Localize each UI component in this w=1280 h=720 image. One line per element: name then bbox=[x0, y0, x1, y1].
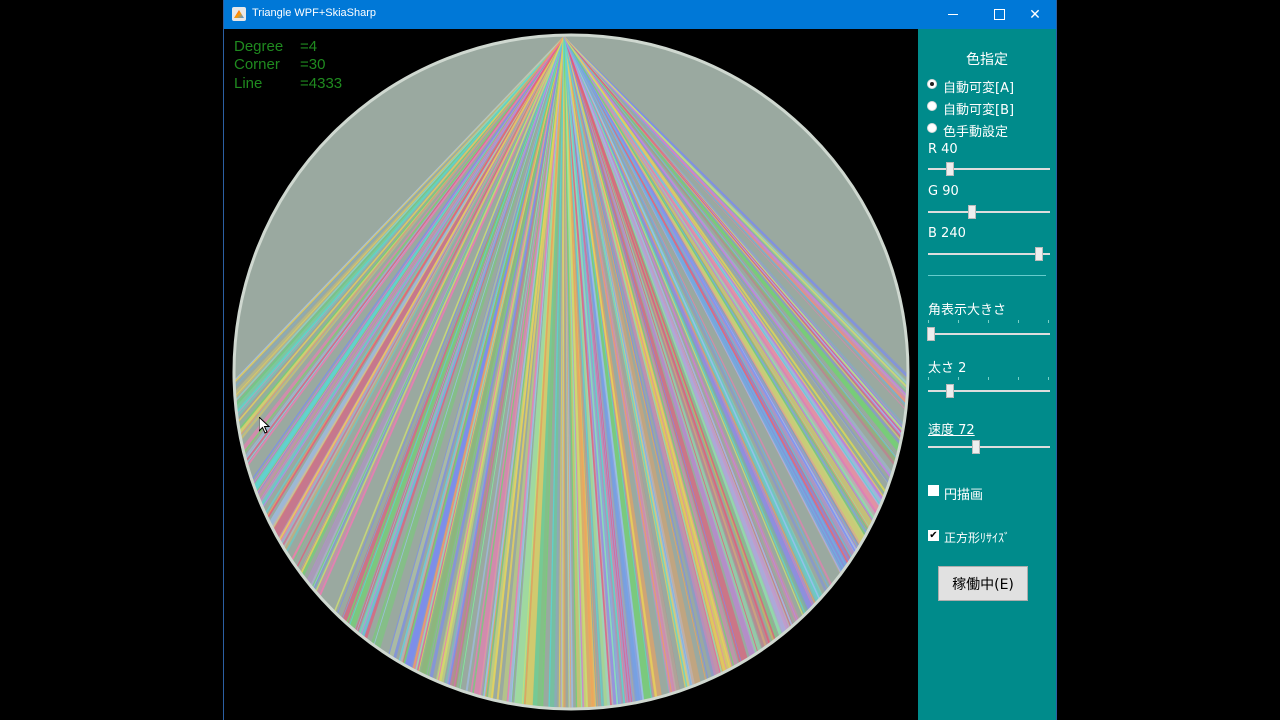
g-slider-label: G 90 bbox=[928, 184, 959, 199]
close-icon: ✕ bbox=[1029, 6, 1041, 23]
line-label: Line bbox=[234, 75, 263, 92]
radio-manual-label[interactable]: 色手動設定 bbox=[943, 121, 1008, 140]
app-icon bbox=[232, 7, 246, 21]
radio-auto-a[interactable] bbox=[927, 79, 937, 89]
thickness-thumb[interactable] bbox=[946, 384, 954, 398]
maximize-icon bbox=[993, 9, 1005, 20]
circle-draw-label[interactable]: 円描画 bbox=[944, 484, 983, 503]
degree-readout: Degree =4 bbox=[234, 38, 317, 55]
r-slider-label: R 40 bbox=[928, 142, 958, 157]
title-bar[interactable]: Triangle WPF+SkiaSharp ✕ bbox=[224, 0, 1056, 29]
divider bbox=[928, 275, 1046, 276]
radio-auto-b-label[interactable]: 自動可変[B] bbox=[943, 99, 1014, 118]
b-slider-thumb[interactable] bbox=[1035, 247, 1043, 261]
thickness-ticks bbox=[928, 377, 1050, 380]
color-heading: 色指定 bbox=[966, 52, 1008, 68]
degree-value: =4 bbox=[300, 38, 318, 55]
radio-manual[interactable] bbox=[927, 123, 937, 133]
thickness-label: 太さ 2 bbox=[928, 361, 967, 376]
drawing-canvas[interactable]: Degree =4 Corner =30 Line =4333 bbox=[224, 29, 918, 720]
mouse-cursor-icon bbox=[259, 417, 271, 434]
speed-label: 速度 72 bbox=[928, 423, 975, 438]
square-resize-label[interactable]: 正方形ﾘｻｲｽﾞ bbox=[944, 529, 1010, 546]
r-slider-thumb[interactable] bbox=[946, 162, 954, 176]
corner-size-ticks bbox=[928, 320, 1050, 323]
radio-auto-b[interactable] bbox=[927, 101, 937, 111]
g-slider[interactable] bbox=[928, 205, 1050, 219]
b-slider-label: B 240 bbox=[928, 226, 966, 241]
thickness-slider[interactable] bbox=[928, 384, 1050, 398]
minimize-icon bbox=[948, 14, 958, 15]
corner-size-label: 角表示大きさ bbox=[928, 303, 1007, 318]
corner-readout: Corner =30 bbox=[234, 56, 325, 73]
line-readout: Line =4333 bbox=[234, 75, 342, 92]
minimize-button[interactable] bbox=[930, 0, 976, 29]
square-resize-checkbox[interactable]: ✔ bbox=[928, 530, 939, 541]
line-value: =4333 bbox=[300, 75, 343, 92]
control-panel: 色指定 自動可変[A] 自動可変[B] 色手動設定 R 40 G 90 B 24… bbox=[918, 29, 1056, 720]
radio-auto-a-label[interactable]: 自動可変[A] bbox=[943, 77, 1014, 96]
corner-size-thumb[interactable] bbox=[927, 327, 935, 341]
triangle-drawing bbox=[232, 33, 910, 711]
run-button[interactable]: 稼働中(E) bbox=[938, 566, 1028, 601]
corner-value: =30 bbox=[300, 56, 326, 73]
speed-slider[interactable] bbox=[928, 440, 1050, 454]
circle-draw-checkbox[interactable] bbox=[928, 485, 939, 496]
r-slider[interactable] bbox=[928, 162, 1050, 176]
b-slider[interactable] bbox=[928, 247, 1050, 261]
speed-thumb[interactable] bbox=[972, 440, 980, 454]
check-icon: ✔ bbox=[929, 530, 938, 541]
app-window: Triangle WPF+SkiaSharp ✕ Degree =4 Corner… bbox=[223, 0, 1057, 720]
g-slider-thumb[interactable] bbox=[968, 205, 976, 219]
corner-label: Corner bbox=[234, 56, 280, 73]
close-button[interactable]: ✕ bbox=[1012, 0, 1058, 29]
window-title: Triangle WPF+SkiaSharp bbox=[252, 7, 377, 19]
degree-label: Degree bbox=[234, 38, 284, 55]
corner-size-slider[interactable] bbox=[927, 327, 1050, 341]
